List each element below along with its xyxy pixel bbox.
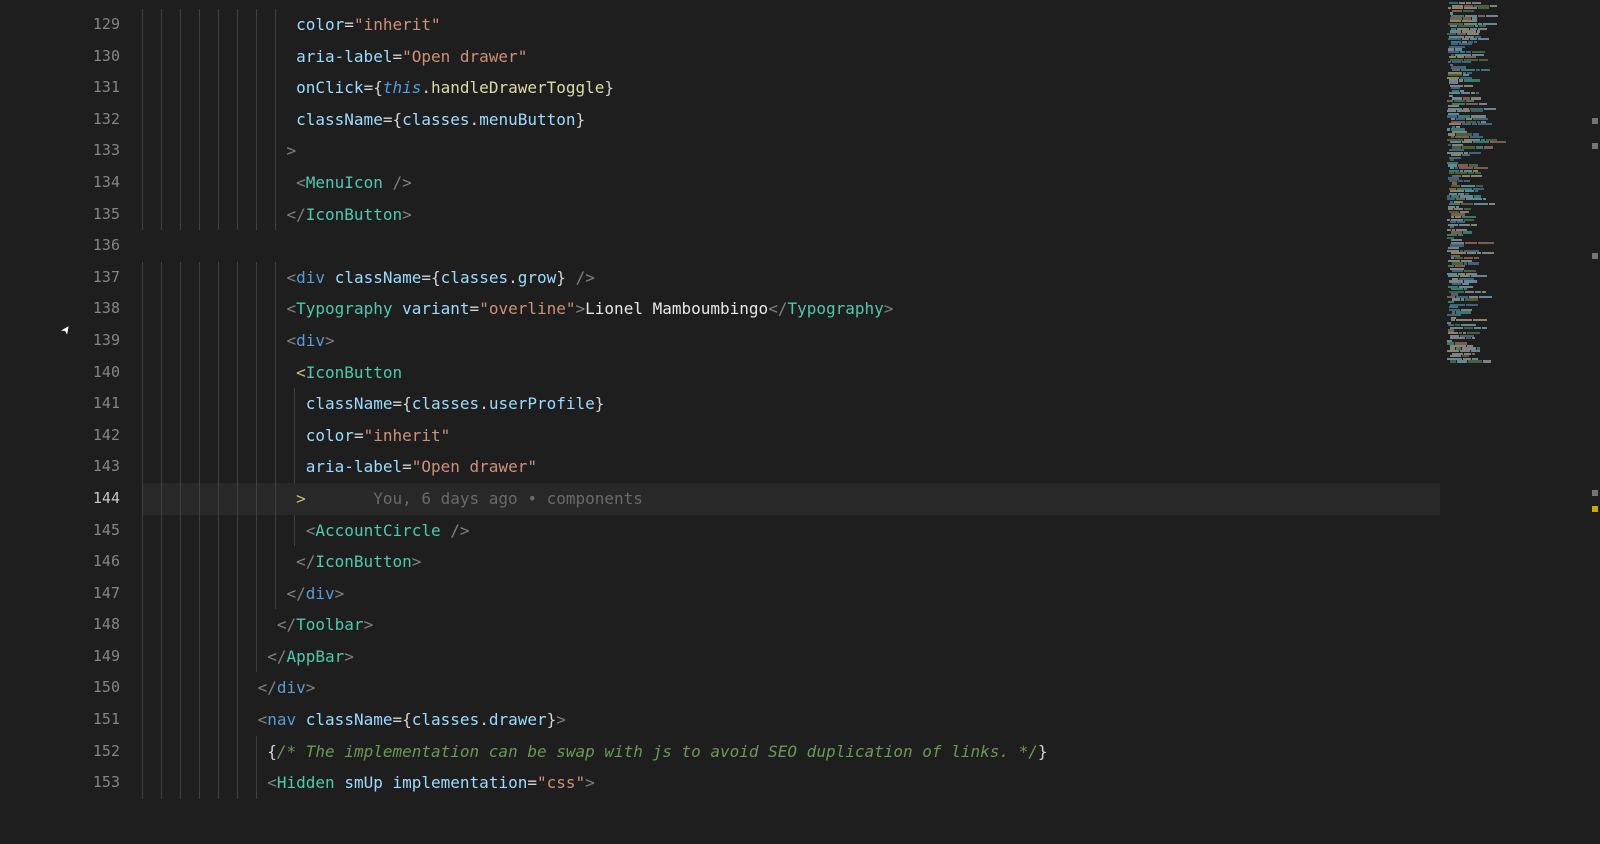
code-line[interactable]: <MenuIcon /> [142, 167, 1440, 199]
line-number[interactable]: 151 [68, 704, 120, 736]
code-line[interactable]: <Typography variant="overline">Lionel Ma… [142, 293, 1440, 325]
code-area[interactable]: color="inherit" aria-label="Open drawer"… [142, 0, 1440, 844]
code-line[interactable]: {/* The implementation can be swap with … [142, 736, 1440, 768]
code-line[interactable]: <Hidden smUp implementation="css"> [142, 767, 1440, 799]
line-number[interactable]: 153 [68, 767, 120, 799]
code-line[interactable]: > [142, 135, 1440, 167]
code-line[interactable]: color="inherit" [142, 420, 1440, 452]
code-line[interactable]: </Toolbar> [142, 609, 1440, 641]
code-line[interactable]: <AccountCircle /> [142, 515, 1440, 547]
line-number[interactable]: 141 [68, 388, 120, 420]
code-line[interactable]: aria-label="Open drawer" [142, 41, 1440, 73]
line-number[interactable]: 140 [68, 357, 120, 389]
code-line[interactable]: <div> [142, 325, 1440, 357]
overview-ruler-mark [1592, 490, 1598, 496]
overview-ruler-mark [1592, 143, 1598, 149]
code-line[interactable]: </AppBar> [142, 641, 1440, 673]
line-number[interactable]: 130 [68, 41, 120, 73]
line-number[interactable]: 146 [68, 546, 120, 578]
line-number[interactable]: 129 [68, 9, 120, 41]
line-number[interactable]: 131 [68, 72, 120, 104]
code-line[interactable]: </IconButton> [142, 199, 1440, 231]
overview-ruler-mark [1592, 506, 1598, 512]
code-line[interactable]: </IconButton> [142, 546, 1440, 578]
code-line[interactable] [142, 230, 1440, 262]
code-line[interactable]: className={classes.menuButton} [142, 104, 1440, 136]
line-number[interactable]: 133 [68, 135, 120, 167]
line-number[interactable]: 137 [68, 262, 120, 294]
line-number[interactable]: 138 [68, 293, 120, 325]
line-number-gutter[interactable]: 1291301311321331341351361371381391401411… [68, 0, 142, 844]
code-editor[interactable]: 1291301311321331341351361371381391401411… [0, 0, 1440, 844]
left-gutter-margin [0, 0, 68, 844]
minimap[interactable] [1440, 0, 1600, 844]
line-number[interactable]: 132 [68, 104, 120, 136]
code-line[interactable]: aria-label="Open drawer" [142, 451, 1440, 483]
code-line[interactable]: onClick={this.handleDrawerToggle} [142, 72, 1440, 104]
code-line[interactable]: <div className={classes.grow} /> [142, 262, 1440, 294]
line-number[interactable]: 149 [68, 641, 120, 673]
line-number[interactable]: 136 [68, 230, 120, 262]
line-number[interactable]: 135 [68, 199, 120, 231]
overview-ruler-mark [1592, 118, 1598, 124]
minimap-canvas [1440, 0, 1600, 365]
code-line[interactable]: className={classes.userProfile} [142, 388, 1440, 420]
line-number[interactable]: 139 [68, 325, 120, 357]
line-number[interactable]: 134 [68, 167, 120, 199]
line-number[interactable]: 147 [68, 578, 120, 610]
code-line[interactable]: </div> [142, 672, 1440, 704]
overview-ruler-mark [1592, 253, 1598, 259]
line-number[interactable]: 142 [68, 420, 120, 452]
line-number[interactable]: 150 [68, 672, 120, 704]
line-number[interactable]: 145 [68, 515, 120, 547]
line-number[interactable]: 152 [68, 736, 120, 768]
line-number[interactable]: 148 [68, 609, 120, 641]
code-line[interactable]: <IconButton [142, 357, 1440, 389]
code-line[interactable]: </div> [142, 578, 1440, 610]
code-line[interactable]: > You, 6 days ago • components [142, 483, 1440, 515]
line-number[interactable]: 143 [68, 451, 120, 483]
code-line[interactable]: color="inherit" [142, 9, 1440, 41]
overview-ruler[interactable] [1586, 0, 1600, 844]
line-number[interactable]: 144 [68, 483, 120, 515]
code-line[interactable]: <nav className={classes.drawer}> [142, 704, 1440, 736]
